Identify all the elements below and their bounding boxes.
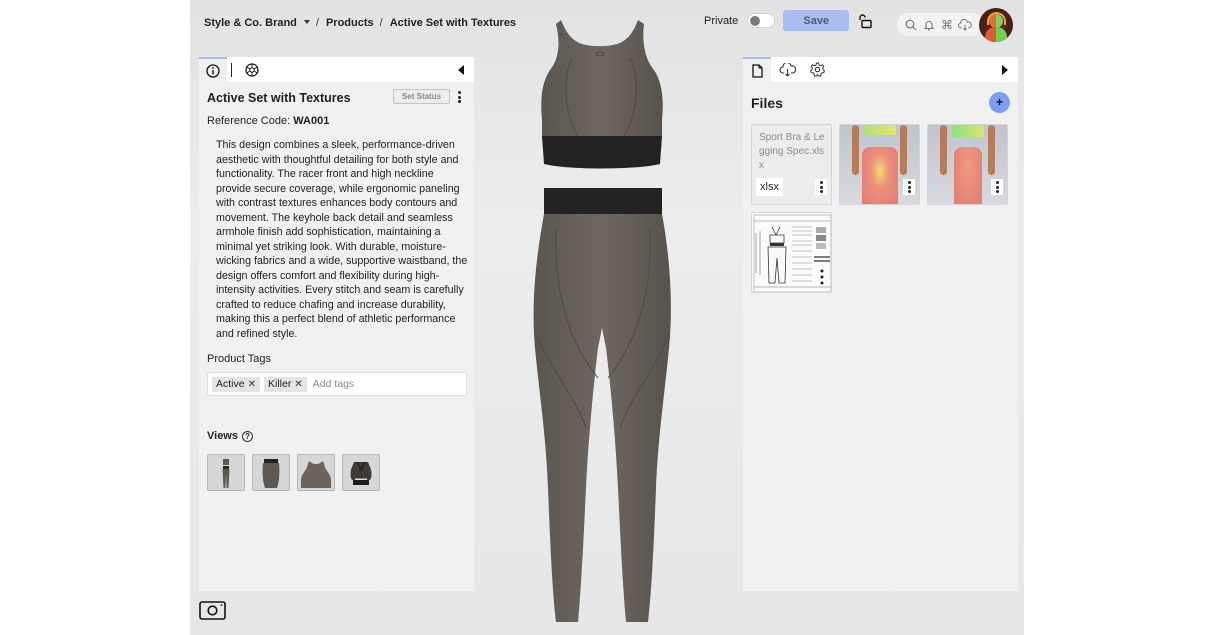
file-options-icon[interactable] (991, 179, 1003, 195)
user-avatar[interactable] (979, 8, 1013, 42)
view-thumbnail-full-outfit[interactable] (207, 454, 245, 491)
bell-icon[interactable] (922, 18, 936, 32)
reference-label: Reference Code: (207, 115, 291, 127)
files-title: Files (751, 95, 783, 111)
views-label: Views ? (207, 430, 253, 442)
leggings (533, 188, 671, 622)
tags-field[interactable]: Active ✕ Killer ✕ (207, 372, 467, 396)
views-title: Views (207, 430, 238, 442)
avatar-headset (987, 12, 1006, 25)
file-name: Sport Bra & Legging Spec.xlsx (759, 132, 825, 171)
more-options-icon[interactable] (454, 90, 464, 104)
tools-pill: ⌘ (897, 13, 983, 36)
reference-code: Reference Code: WA001 (207, 115, 329, 127)
garment-3d-model[interactable] (526, 18, 686, 628)
details-tabbar (199, 57, 474, 82)
avatar-body (985, 27, 1007, 42)
cloud-download-icon (779, 62, 796, 77)
info-icon (206, 63, 220, 78)
view-thumbnail-bra-front[interactable] (297, 454, 335, 491)
tags-label: Product Tags (207, 353, 272, 365)
file-card-heatmap-back[interactable] (839, 124, 920, 205)
add-tags-input[interactable] (312, 378, 433, 390)
breadcrumb-separator: / (379, 17, 383, 29)
breadcrumb-current: Active Set with Textures (389, 17, 517, 29)
file-options-icon[interactable] (815, 179, 827, 195)
file-options-icon[interactable] (903, 179, 915, 195)
breadcrumb-separator: / (315, 17, 319, 29)
breadcrumb-products[interactable]: Products (326, 17, 374, 29)
tab-palette[interactable] (238, 57, 266, 82)
tag-label: Active (216, 378, 245, 390)
settings-icon (809, 62, 825, 77)
chevron-down-icon[interactable] (303, 20, 310, 24)
tab-files[interactable] (743, 57, 771, 82)
file-card-heatmap-front[interactable] (927, 124, 1008, 205)
app-window: Style & Co. Brand / Products / Active Se… (190, 0, 1024, 635)
cloud-download-icon[interactable] (958, 18, 972, 32)
remove-tag-icon[interactable]: ✕ (294, 379, 302, 390)
file-card-spec-sheet[interactable]: Sport Bra & Legging Spec.xlsx xlsx (751, 124, 832, 205)
title-row: Active Set with Textures Set Status (199, 82, 474, 112)
files-panel: Files + Sport Bra & Legging Spec.xlsx xl… (743, 57, 1018, 591)
set-status-button[interactable]: Set Status (393, 89, 450, 104)
tag-chip: Killer ✕ (263, 376, 307, 392)
product-title: Active Set with Textures (207, 91, 351, 105)
search-icon[interactable] (904, 18, 918, 32)
product-description[interactable]: This design combines a sleek, performanc… (216, 138, 470, 341)
palette-icon (245, 62, 259, 77)
tab-info[interactable] (199, 57, 227, 82)
reference-value: WA001 (293, 115, 330, 127)
view-thumbnail-bra-back[interactable] (342, 454, 380, 491)
view-thumbnail-leggings[interactable] (252, 454, 290, 491)
toggle-knob (750, 16, 761, 26)
file-extension: xlsx (756, 178, 783, 196)
tech-sheet-image (752, 213, 831, 292)
private-label: Private (704, 14, 739, 27)
header-controls: Private Save (704, 10, 873, 31)
file-icon (751, 63, 763, 78)
views-list (207, 454, 380, 491)
add-file-button[interactable]: + (989, 92, 1010, 113)
tab-downloads[interactable] (773, 57, 801, 82)
collapse-left-panel-icon[interactable] (458, 65, 464, 75)
sports-bra (541, 20, 663, 169)
collapse-right-panel-icon[interactable] (1002, 65, 1008, 75)
command-icon[interactable]: ⌘ (940, 18, 954, 32)
help-icon[interactable]: ? (242, 430, 253, 442)
tag-chip: Active ✕ (212, 376, 260, 392)
files-grid: Sport Bra & Legging Spec.xlsx xlsx (751, 124, 1008, 293)
breadcrumb: Style & Co. Brand / Products / Active Se… (204, 17, 516, 29)
save-button[interactable]: Save (783, 10, 850, 31)
lock-open-icon[interactable] (857, 13, 873, 29)
details-panel: Active Set with Textures Set Status Refe… (199, 57, 474, 591)
private-toggle[interactable] (747, 13, 776, 28)
tag-label: Killer (267, 378, 292, 390)
camera-icon[interactable] (199, 601, 226, 620)
remove-tag-icon[interactable]: ✕ (248, 379, 256, 390)
file-card-tech-pack[interactable] (751, 212, 832, 293)
files-tabbar (743, 57, 1018, 82)
tab-divider (231, 62, 232, 77)
breadcrumb-brand[interactable]: Style & Co. Brand (204, 17, 297, 29)
tab-settings[interactable] (803, 57, 831, 82)
